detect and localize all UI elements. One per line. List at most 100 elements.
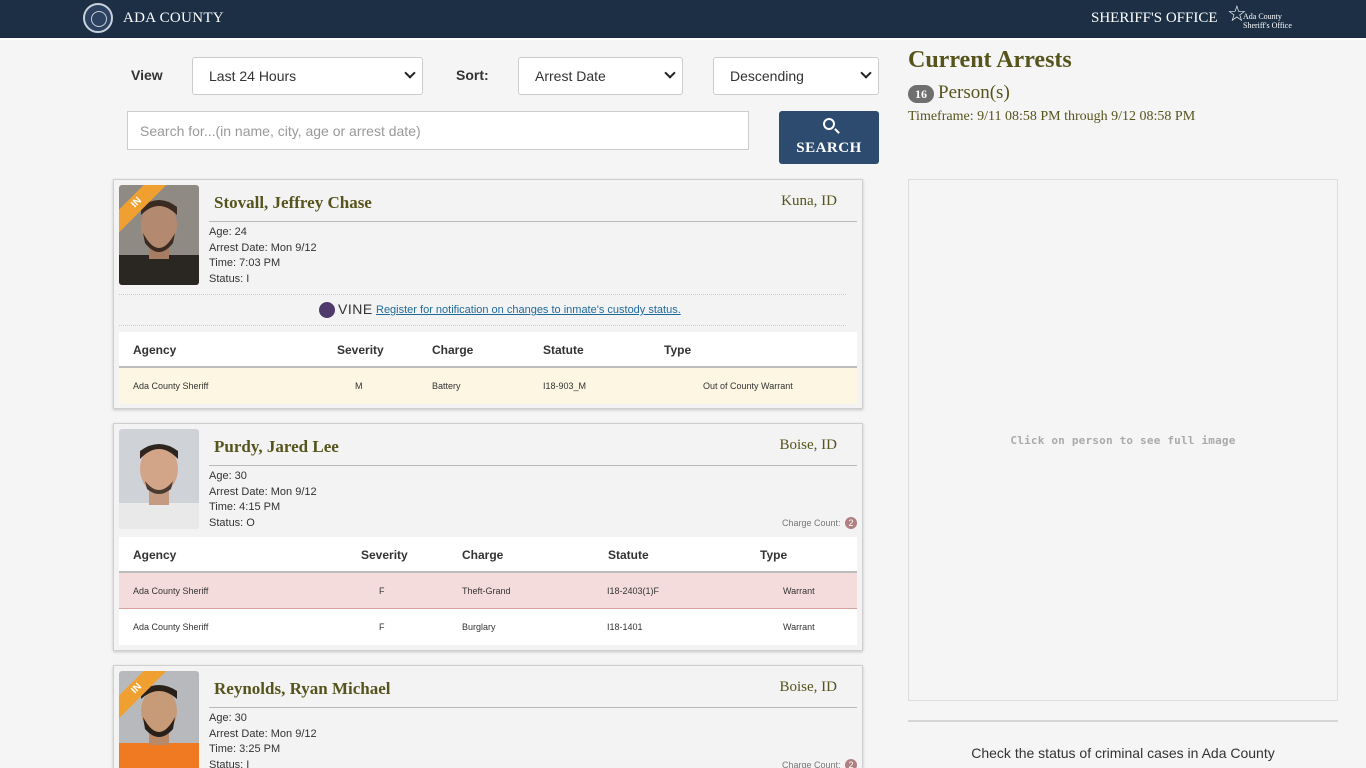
order-select-value: Descending (730, 68, 804, 84)
county-brand[interactable]: ADA COUNTY (123, 10, 224, 27)
panel-divider (908, 720, 1338, 722)
charge-type: Out of County Warrant (703, 381, 793, 391)
search-icon (823, 118, 835, 130)
charge-statute: I18-2403(1)F (607, 586, 660, 596)
person-city: Boise, ID (779, 437, 838, 453)
sheriff-office-label[interactable]: SHERIFF'S OFFICE (1091, 10, 1218, 27)
arrest-card[interactable]: IN Stovall, Jeffrey Chase Kuna, ID Age: … (113, 179, 863, 409)
col-agency: Agency (133, 548, 177, 562)
name-divider (209, 221, 857, 222)
charge-type: Warrant (783, 622, 815, 632)
charge-name: Battery (432, 381, 461, 391)
person-age: Age: 24 (209, 226, 247, 238)
case-status-link[interactable]: Check the status of criminal cases in Ad… (908, 745, 1338, 761)
charge-name: Burglary (462, 622, 496, 632)
charge-row: Ada County Sheriff M Battery I18-903_M O… (119, 368, 857, 404)
chevron-down-icon (404, 67, 416, 79)
charge-row: Ada County Sheriff F Burglary I18-1401 W… (119, 609, 857, 645)
sort-label: Sort: (456, 67, 489, 83)
col-severity: Severity (337, 343, 384, 357)
person-city: Boise, ID (779, 679, 838, 695)
arrest-card[interactable]: Purdy, Jared Lee Boise, ID Age: 30 Arres… (113, 423, 863, 651)
sort-select-value: Arrest Date (535, 68, 606, 84)
charges-table-header: Agency Severity Charge Statute Type (119, 332, 857, 368)
mugshot-photo[interactable]: IN (119, 185, 199, 285)
person-name[interactable]: Purdy, Jared Lee (214, 437, 339, 457)
charge-severity: M (355, 381, 363, 391)
vine-register-link[interactable]: Register for notification on changes to … (376, 304, 681, 316)
mugshot-photo[interactable] (119, 429, 199, 529)
charge-name: Theft-Grand (462, 586, 511, 596)
sort-select[interactable]: Arrest Date (518, 57, 683, 95)
charge-count-label: Charge Count: (781, 518, 841, 528)
logo-text-line1: Ada County (1243, 12, 1282, 21)
person-arrest-time: Time: 3:25 PM (209, 743, 281, 756)
sheriff-star-logo-icon[interactable]: ☆ Ada County Sheriff's Office (1227, 3, 1292, 35)
view-select[interactable]: Last 24 Hours (192, 57, 423, 95)
top-bar: ADA COUNTY SHERIFF'S OFFICE ☆ Ada County… (0, 0, 1366, 40)
vine-logo-icon (319, 302, 335, 318)
charge-count-badge: 2 (845, 517, 857, 529)
col-type: Type (664, 343, 692, 357)
charge-statute: I18-1401 (607, 622, 643, 632)
person-city: Kuna, ID (781, 193, 837, 209)
charges-table: Agency Severity Charge Statute Type Ada … (119, 537, 857, 645)
name-divider (209, 707, 857, 708)
chevron-down-icon (860, 67, 872, 79)
person-details: Age: 30 Arrest Date: Mon 9/12 Time: 3:25… (209, 711, 317, 768)
search-button-label: SEARCH (796, 140, 862, 156)
person-arrest-time: Time: 7:03 PM (209, 257, 281, 270)
order-select[interactable]: Descending (713, 57, 879, 95)
col-severity: Severity (361, 548, 408, 562)
charge-severity: F (379, 622, 385, 632)
col-charge: Charge (432, 343, 474, 357)
person-status: Status: I (209, 759, 250, 768)
image-viewer-panel: Click on person to see full image (908, 179, 1338, 701)
person-status: Status: I (209, 273, 250, 286)
charge-count-badge: 2 (845, 759, 857, 768)
person-name[interactable]: Reynolds, Ryan Michael (214, 679, 391, 699)
charge-count: Charge Count: 2 (782, 517, 857, 529)
person-details: Age: 30 Arrest Date: Mon 9/12 Time: 4:15… (209, 469, 317, 532)
viewer-hint: Click on person to see full image (1010, 434, 1236, 447)
charges-table: Agency Severity Charge Statute Type Ada … (119, 332, 857, 404)
person-name[interactable]: Stovall, Jeffrey Chase (214, 193, 372, 213)
name-divider (209, 465, 857, 466)
charge-statute: I18-903_M (543, 381, 587, 391)
charge-agency: Ada County Sheriff (133, 622, 209, 632)
arrest-card[interactable]: IN Reynolds, Ryan Michael Boise, ID Age:… (113, 665, 863, 768)
county-seal-icon[interactable] (83, 3, 113, 33)
charges-table-header: Agency Severity Charge Statute Type (119, 537, 857, 573)
col-type: Type (760, 548, 788, 562)
person-details: Age: 24 Arrest Date: Mon 9/12 Time: 7:03… (209, 225, 317, 288)
person-arrest-date: Arrest Date: Mon 9/12 (209, 241, 317, 254)
col-statute: Statute (543, 343, 584, 357)
charge-agency: Ada County Sheriff (133, 586, 209, 596)
timeframe-text: Timeframe: 9/11 08:58 PM through 9/12 08… (908, 109, 1196, 124)
col-statute: Statute (608, 548, 649, 562)
person-count-badge: 16 (908, 85, 934, 103)
charge-count: Charge Count: 2 (782, 759, 857, 768)
person-age: Age: 30 (209, 712, 247, 724)
charge-agency: Ada County Sheriff (133, 381, 209, 391)
vine-notification: VINE Register for notification on change… (119, 294, 846, 326)
person-age: Age: 30 (209, 470, 247, 482)
vine-brand: VINE (338, 301, 373, 317)
chevron-down-icon (664, 67, 676, 79)
logo-text-line2: Sheriff's Office (1243, 21, 1292, 30)
search-button[interactable]: SEARCH (779, 111, 879, 164)
view-select-value: Last 24 Hours (209, 68, 297, 84)
search-input[interactable] (127, 111, 749, 150)
charge-severity: F (379, 586, 385, 596)
person-count-label: Person(s) (938, 82, 1010, 103)
view-label: View (131, 67, 163, 83)
charge-count-label: Charge Count: (781, 760, 841, 768)
person-status: Status: O (209, 517, 255, 530)
col-charge: Charge (462, 548, 504, 562)
charge-type: Warrant (783, 586, 815, 596)
person-arrest-date: Arrest Date: Mon 9/12 (209, 727, 317, 740)
charge-row: Ada County Sheriff F Theft-Grand I18-240… (119, 573, 857, 609)
person-arrest-date: Arrest Date: Mon 9/12 (209, 485, 317, 498)
mugshot-photo[interactable]: IN (119, 671, 199, 768)
person-arrest-time: Time: 4:15 PM (209, 501, 281, 514)
